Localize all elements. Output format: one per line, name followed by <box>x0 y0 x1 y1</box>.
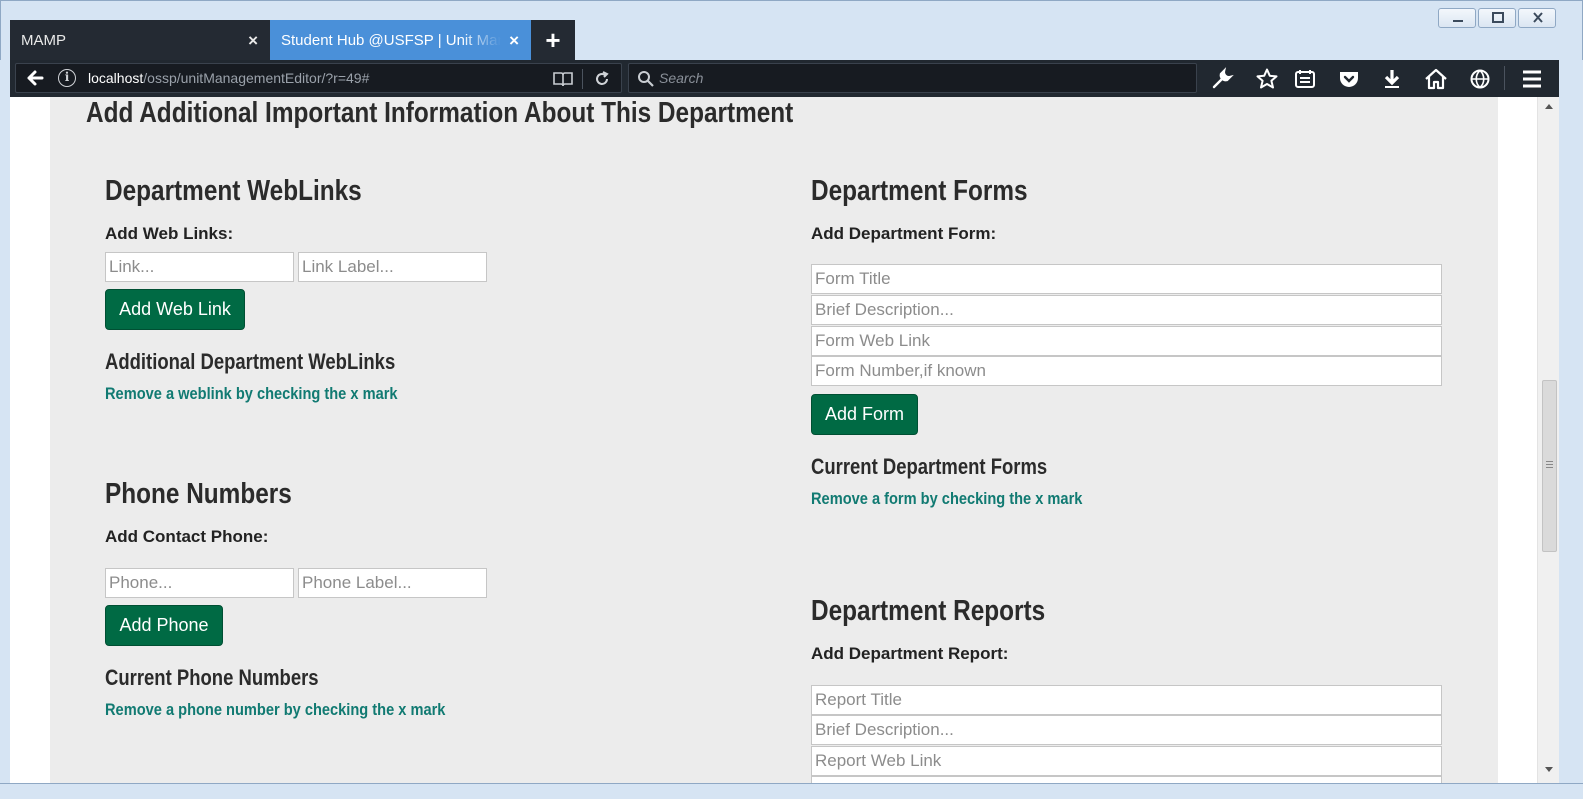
form-title-input[interactable] <box>811 264 1442 294</box>
restore-button[interactable] <box>1478 8 1516 28</box>
window-frame-right <box>1559 60 1583 783</box>
url-text[interactable]: localhost/ossp/unitManagementEditor/?r=4… <box>88 70 369 86</box>
url-path: /ossp/unitManagementEditor/?r=49# <box>143 70 370 86</box>
window-frame-left <box>0 60 10 783</box>
phones-help-text: Remove a phone number by checking the x … <box>105 700 446 719</box>
current-phones-title: Current Phone Numbers <box>105 665 319 690</box>
phone-label-input[interactable] <box>298 568 487 598</box>
minimize-button[interactable] <box>1438 8 1476 28</box>
toolbar-separator <box>1504 66 1505 90</box>
page-heading: Add Additional Important Information Abo… <box>86 97 794 129</box>
add-department-report-label: Add Department Report: <box>811 644 1009 663</box>
window-frame-bottom <box>0 783 1583 799</box>
add-department-form-label: Add Department Form: <box>811 224 997 243</box>
tab-label: Student Hub @USFSP | Unit Management <box>281 32 501 49</box>
link-label-input[interactable] <box>298 252 487 282</box>
weblinks-section-title: Department WebLinks <box>105 175 362 207</box>
tab-label: MAMP <box>21 32 66 49</box>
scrollbar-thumb[interactable] <box>1542 380 1557 552</box>
search-input[interactable] <box>659 67 1179 89</box>
add-web-links-label: Add Web Links: <box>105 224 234 243</box>
info-icon[interactable]: i <box>58 69 76 87</box>
url-separator <box>582 69 583 89</box>
tab-close-icon[interactable]: × <box>509 20 519 62</box>
thumb-grip-icon <box>1546 461 1553 462</box>
forms-help-text: Remove a form by checking the x mark <box>811 489 1083 508</box>
close-window-button[interactable] <box>1518 8 1556 28</box>
tab-mamp[interactable]: MAMP × <box>10 20 270 62</box>
search-icon <box>638 71 654 87</box>
phone-input[interactable] <box>105 568 294 598</box>
form-number-input[interactable] <box>811 356 1442 386</box>
page-scrollbar[interactable] <box>1537 97 1559 783</box>
star-icon[interactable] <box>1255 67 1279 91</box>
current-weblinks-title: Additional Department WebLinks <box>105 349 396 374</box>
reports-section-title: Department Reports <box>811 595 1046 627</box>
url-host: localhost <box>88 70 144 86</box>
back-arrow-icon <box>27 70 44 86</box>
url-bar[interactable]: i localhost/ossp/unitManagementEditor/?r… <box>15 63 622 93</box>
report-title-input[interactable] <box>811 685 1442 715</box>
current-forms-title: Current Department Forms <box>811 454 1048 479</box>
home-icon[interactable] <box>1424 67 1448 91</box>
report-web-link-input[interactable] <box>811 746 1442 776</box>
weblinks-help-text: Remove a weblink by checking the x mark <box>105 384 398 403</box>
reload-icon[interactable] <box>592 69 612 89</box>
wrench-icon[interactable] <box>1210 67 1234 91</box>
report-description-input[interactable] <box>811 715 1442 745</box>
restore-icon <box>1492 12 1504 23</box>
navigation-toolbar: i localhost/ossp/unitManagementEditor/?r… <box>10 60 1559 97</box>
form-description-input[interactable] <box>811 295 1442 325</box>
close-icon <box>1533 12 1543 23</box>
content-panel: Add Additional Important Information Abo… <box>50 97 1498 783</box>
phones-section-title: Phone Numbers <box>105 478 292 510</box>
link-input[interactable] <box>105 252 294 282</box>
page-viewport: Add Additional Important Information Abo… <box>10 97 1537 783</box>
tab-close-icon[interactable]: × <box>248 20 258 62</box>
pocket-icon[interactable] <box>1337 67 1361 91</box>
add-phone-button[interactable]: Add Phone <box>105 605 223 646</box>
download-icon[interactable] <box>1380 67 1404 91</box>
reader-view-icon[interactable] <box>552 70 574 88</box>
search-bar[interactable] <box>628 63 1197 93</box>
menu-icon[interactable] <box>1520 67 1544 91</box>
tab-student-hub[interactable]: Student Hub @USFSP | Unit Management × <box>270 20 531 62</box>
report-extra-input[interactable] <box>811 776 1442 783</box>
new-tab-button[interactable]: + <box>531 20 575 62</box>
back-button[interactable] <box>16 64 56 92</box>
minimize-icon <box>1453 20 1463 22</box>
add-web-link-button[interactable]: Add Web Link <box>105 289 245 330</box>
form-web-link-input[interactable] <box>811 326 1442 356</box>
globe-icon[interactable] <box>1468 67 1492 91</box>
scroll-down-icon[interactable] <box>1544 766 1554 774</box>
reading-list-icon[interactable] <box>1293 67 1317 91</box>
scroll-up-icon[interactable] <box>1544 102 1554 110</box>
add-form-button[interactable]: Add Form <box>811 394 918 435</box>
forms-section-title: Department Forms <box>811 175 1028 207</box>
add-contact-phone-label: Add Contact Phone: <box>105 527 269 546</box>
